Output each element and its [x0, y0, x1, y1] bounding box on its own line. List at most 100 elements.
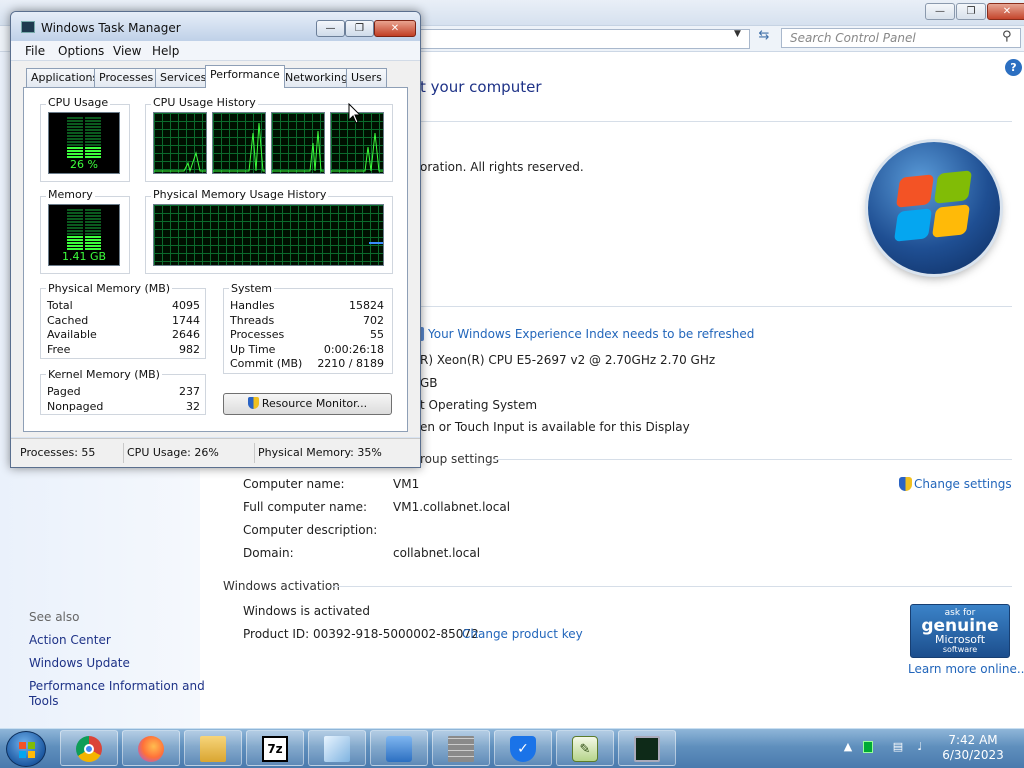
meter-segment	[67, 132, 83, 134]
meter-segment	[67, 227, 83, 229]
change-settings-link[interactable]: Change settings	[914, 477, 1012, 491]
address-dropdown-icon[interactable]: ▼	[734, 29, 741, 39]
computer-name-label: Computer name:	[243, 477, 345, 491]
copyright-text: oration. All rights reserved.	[420, 160, 584, 174]
meter-segment	[67, 245, 83, 247]
taskbar-7zip[interactable]: 7z	[246, 730, 304, 766]
clock-time: 7:42 AM	[948, 733, 998, 747]
taskbar-notepad[interactable]	[308, 730, 366, 766]
taskbar-chrome[interactable]	[60, 730, 118, 766]
stat-value: 55	[370, 328, 384, 341]
show-hidden-icons[interactable]: ▲	[841, 740, 855, 754]
window-title: Windows Task Manager	[41, 21, 181, 35]
taskbar-security[interactable]: ✓	[494, 730, 552, 766]
meter-segment	[85, 227, 101, 229]
taskbar-spreadsheet[interactable]: ✎	[556, 730, 614, 766]
divider	[420, 306, 1012, 307]
memory-value: 1.41 GB	[61, 250, 107, 263]
performance-info-link-cont[interactable]: Tools	[29, 694, 59, 708]
volume-muted-icon[interactable]: ♩	[913, 740, 927, 754]
kernel-memory-label: Kernel Memory (MB)	[46, 368, 162, 381]
stat-value: 702	[363, 314, 384, 327]
network-icon[interactable]: ▤	[891, 740, 905, 754]
maximize-button[interactable]: ❐	[345, 20, 374, 37]
stat-label: Threads	[230, 314, 275, 327]
taskbar-explorer[interactable]	[184, 730, 242, 766]
tray-monitor-icon[interactable]	[863, 741, 873, 753]
stat-value: 2646	[172, 328, 200, 341]
meter-segment	[85, 123, 101, 125]
taskbar-task-manager[interactable]	[618, 730, 676, 766]
tab-networking[interactable]: Networking	[280, 68, 353, 87]
meter-segment	[85, 215, 101, 217]
menu-help[interactable]: Help	[152, 44, 179, 58]
uac-shield-icon	[247, 397, 259, 409]
genuine-microsoft-badge[interactable]: ask for genuine Microsoft software	[910, 604, 1010, 658]
system-type-value: t Operating System	[420, 398, 538, 412]
group-settings-heading: roup settings	[420, 452, 499, 466]
meter-segment	[85, 218, 101, 220]
learn-more-link[interactable]: Learn more online...	[908, 662, 1024, 676]
taskbar-firewall[interactable]	[432, 730, 490, 766]
meter-segment	[67, 147, 83, 149]
resource-monitor-button[interactable]: Resource Monitor...	[223, 393, 392, 415]
search-input[interactable]: Search Control Panel	[781, 28, 1021, 48]
performance-panel: CPU Usage 26 % CPU Usage History Memory …	[23, 87, 408, 432]
meter-segment	[85, 126, 101, 128]
address-field[interactable]	[420, 29, 750, 49]
tab-performance[interactable]: Performance	[205, 65, 285, 88]
see-also-heading: See also	[29, 610, 80, 624]
meter-segment	[67, 135, 83, 137]
search-icon[interactable]: ⚲	[1002, 29, 1012, 44]
stat-label: Paged	[47, 385, 81, 398]
meter-segment	[67, 224, 83, 226]
change-product-key-link[interactable]: Change product key	[462, 627, 583, 641]
menu-file[interactable]: File	[25, 44, 45, 58]
tab-services[interactable]: Services	[155, 68, 212, 87]
meter-segment	[85, 147, 101, 149]
stat-value: 32	[186, 400, 200, 413]
stat-label: Commit (MB)	[230, 357, 303, 370]
tab-processes[interactable]: Processes	[94, 68, 159, 87]
windows-update-link[interactable]: Windows Update	[29, 656, 130, 670]
meter-segment	[67, 242, 83, 244]
cpu-history-graph-2	[212, 112, 266, 174]
meter-segment	[85, 120, 101, 122]
meter-segment	[67, 144, 83, 146]
genuine-line2: genuine	[921, 616, 999, 636]
stat-label: Free	[47, 343, 71, 356]
action-center-link[interactable]: Action Center	[29, 633, 111, 647]
refresh-icon[interactable]: ⇆	[754, 28, 774, 48]
stat-value: 15824	[349, 299, 384, 312]
performance-info-link[interactable]: Performance Information and	[29, 679, 205, 693]
tm-titlebar[interactable]: Windows Task Manager — ❐ ✕	[11, 12, 420, 41]
cpu-usage-value: 26 %	[70, 158, 98, 171]
meter-segment	[67, 218, 83, 220]
menu-options[interactable]: Options	[58, 44, 104, 58]
windows-logo	[868, 142, 1000, 274]
close-button[interactable]: ✕	[374, 20, 416, 37]
taskbar-control-panel[interactable]	[370, 730, 428, 766]
7zip-icon: 7z	[262, 736, 288, 762]
meter-segment	[67, 221, 83, 223]
tab-users[interactable]: Users	[346, 68, 387, 87]
cp-close-button[interactable]: ✕	[987, 3, 1024, 20]
menu-view[interactable]: View	[113, 44, 141, 58]
help-icon[interactable]: ?	[1005, 59, 1022, 76]
minimize-button[interactable]: —	[316, 20, 345, 37]
taskbar-firefox[interactable]	[122, 730, 180, 766]
tray-clock[interactable]: 7:42 AM 6/30/2023	[935, 733, 1011, 763]
stat-value: 0:00:26:18	[323, 343, 384, 356]
cp-maximize-button[interactable]: ❐	[956, 3, 986, 20]
meter-segment	[67, 138, 83, 140]
tab-applications[interactable]: Applications	[26, 68, 104, 87]
stat-value: 2210 / 8189	[317, 357, 384, 370]
physical-memory-label: Physical Memory (MB)	[46, 282, 173, 295]
cp-minimize-button[interactable]: —	[925, 3, 955, 20]
start-button[interactable]	[6, 731, 46, 767]
meter-segment	[67, 215, 83, 217]
cpu-usage-meter: 26 %	[48, 112, 120, 174]
experience-index-link[interactable]: Your Windows Experience Index needs to b…	[428, 327, 754, 341]
shield-icon: ✓	[510, 736, 536, 762]
memory-history-graph	[153, 204, 384, 266]
